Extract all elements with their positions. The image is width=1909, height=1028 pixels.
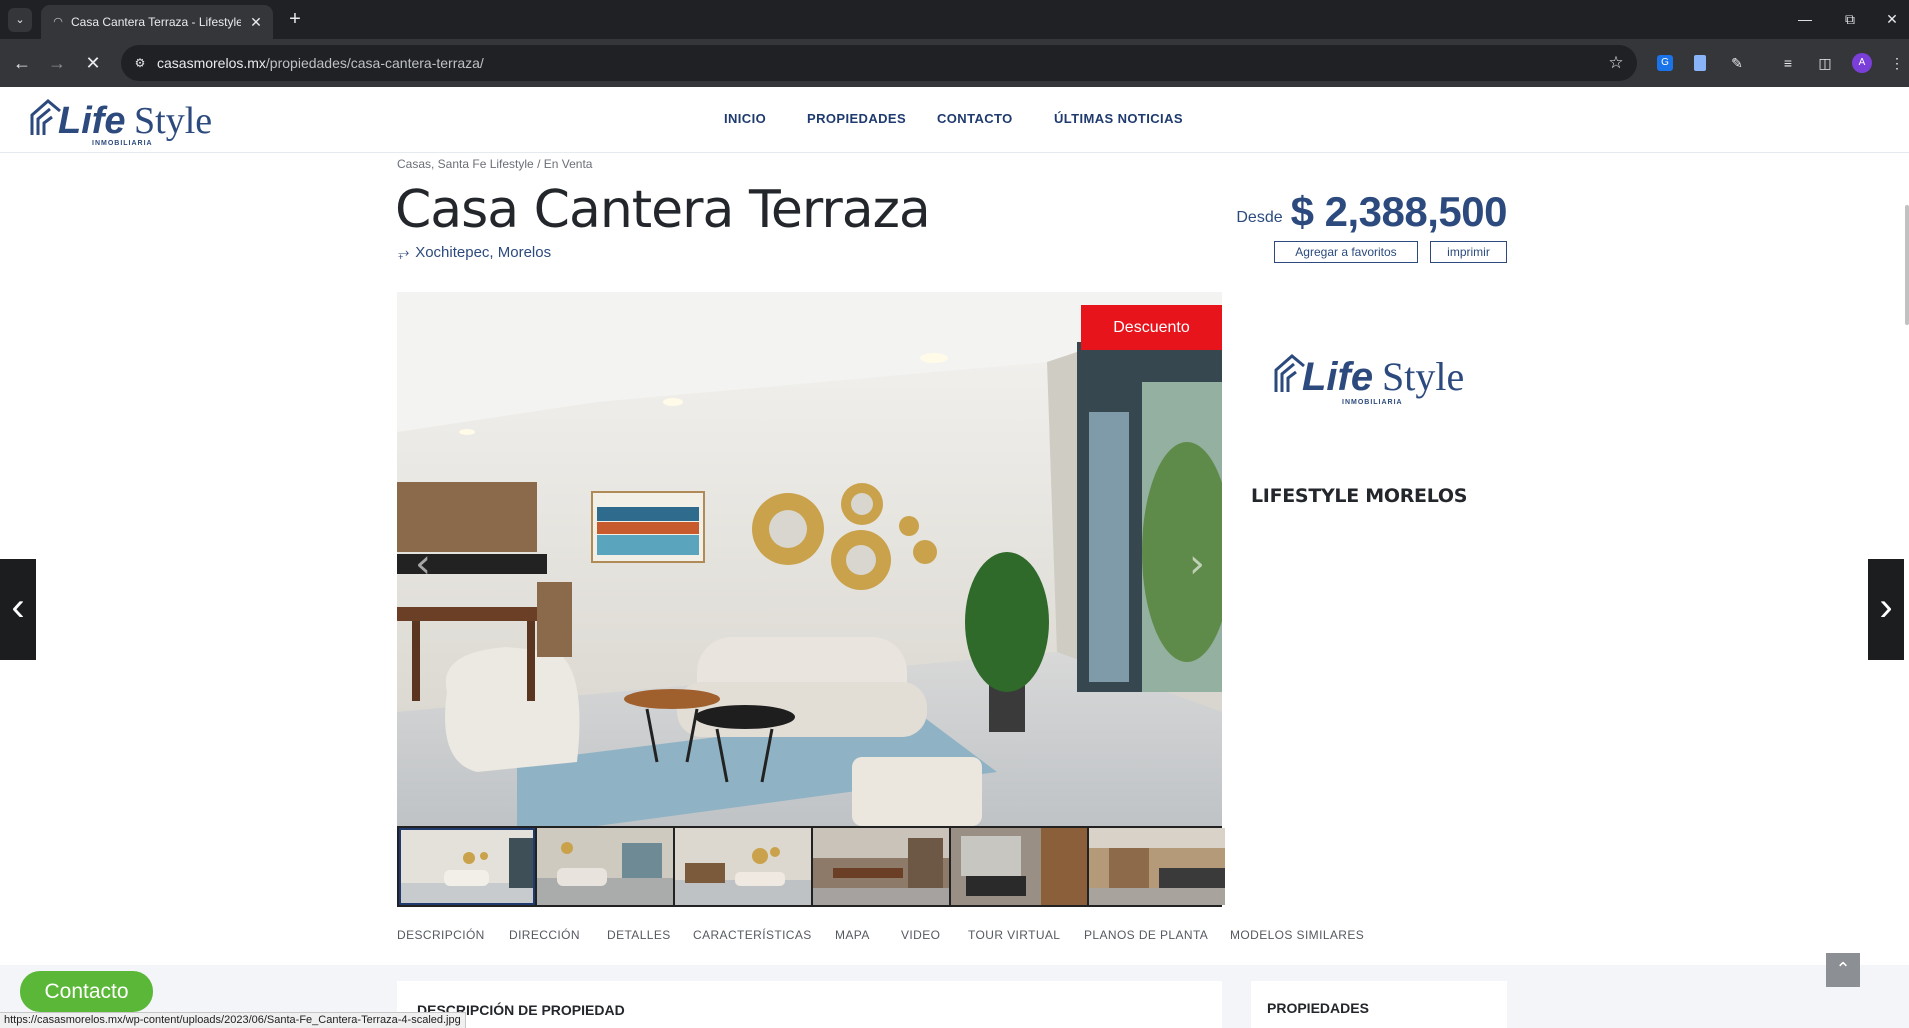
gallery-thumbnail[interactable] xyxy=(675,828,811,905)
living-room-photo: ‹ › xyxy=(397,292,1222,826)
browser-tab-active[interactable]: ◠ Casa Cantera Terraza - Lifestyle ✕ xyxy=(41,5,273,39)
gallery-thumbnail[interactable] xyxy=(537,828,673,905)
svg-text:Style: Style xyxy=(1382,354,1464,399)
svg-text:›: › xyxy=(1189,541,1205,587)
stop-loading-close-icon[interactable]: ✕ xyxy=(79,49,107,77)
add-to-favorites-button[interactable]: Agregar a favoritos xyxy=(1274,241,1418,263)
tab-detalles[interactable]: DETALLES xyxy=(607,928,671,942)
properties-widget-title: PROPIEDADES xyxy=(1267,1000,1369,1016)
tab-planos-de-planta[interactable]: PLANOS DE PLANTA xyxy=(1084,928,1208,942)
print-button[interactable]: imprimir xyxy=(1430,241,1507,263)
description-card: DESCRIPCIÓN DE PROPIEDAD xyxy=(397,981,1222,1028)
svg-text:Life: Life xyxy=(1302,355,1373,399)
media-control-icon[interactable]: ≡ xyxy=(1776,51,1800,75)
gallery-thumbnail[interactable] xyxy=(399,828,535,905)
nav-contacto[interactable]: CONTACTO xyxy=(937,111,1013,126)
tab-direccion[interactable]: DIRECCIÓN xyxy=(509,928,580,942)
location-pin-icon: ⥅ xyxy=(398,244,410,260)
tab-mapa[interactable]: MAPA xyxy=(835,928,870,942)
nav-propiedades[interactable]: PROPIEDADES xyxy=(807,111,906,126)
svg-text:INMOBILIARIA: INMOBILIARIA xyxy=(1342,399,1403,406)
minimize-icon[interactable]: — xyxy=(1787,6,1823,32)
loading-favicon-icon: ◠ xyxy=(53,16,63,28)
tab-caracteristicas[interactable]: CARACTERÍSTICAS xyxy=(693,928,812,942)
lifestyle-logo[interactable]: Life Style INMOBILIARIA xyxy=(30,95,230,149)
floating-contact-button[interactable]: Contacto xyxy=(20,971,153,1012)
back-arrow-icon[interactable]: ← xyxy=(8,49,36,77)
location-text: Xochitepec, Morelos xyxy=(415,244,552,261)
agent-lifestyle-logo: Life Style INMOBILIARIA xyxy=(1274,354,1464,406)
bookmark-star-icon[interactable]: ☆ xyxy=(1605,52,1627,74)
forward-arrow-icon[interactable]: → xyxy=(43,49,71,77)
url-text[interactable]: casasmorelos.mx/propiedades/casa-cantera… xyxy=(157,55,484,71)
svg-text:Life: Life xyxy=(58,100,126,142)
price-block: Desde $ 2,388,500 xyxy=(1236,188,1507,236)
bookmark-extension-icon[interactable] xyxy=(1694,55,1706,71)
browser-tab-bar: ⌄ ◠ Casa Cantera Terraza - Lifestyle ✕ +… xyxy=(0,0,1909,39)
svg-text:‹: ‹ xyxy=(415,541,431,587)
page-scrollbar-thumb[interactable] xyxy=(1905,205,1909,325)
agent-name[interactable]: LIFESTYLE MORELOS xyxy=(1251,485,1467,507)
scroll-to-top-chevron-up-icon[interactable]: ⌃ xyxy=(1826,953,1860,987)
restore-icon[interactable]: ⧉ xyxy=(1832,6,1868,32)
window-close-icon[interactable]: ✕ xyxy=(1874,6,1909,32)
gallery-thumbnail[interactable] xyxy=(813,828,949,905)
translate-extension-icon[interactable]: G xyxy=(1657,55,1673,71)
extensions-puzzle-icon[interactable]: ✎ xyxy=(1725,51,1749,75)
price-label: Desde xyxy=(1236,209,1283,226)
discount-badge: Descuento xyxy=(1081,305,1222,350)
tab-descripcion[interactable]: DESCRIPCIÓN xyxy=(397,928,485,942)
properties-widget: PROPIEDADES xyxy=(1251,981,1507,1028)
gallery-thumbnail[interactable] xyxy=(951,828,1087,905)
next-property-chevron-right-icon[interactable]: › xyxy=(1868,559,1904,660)
tab-title: Casa Cantera Terraza - Lifestyle xyxy=(71,15,241,29)
side-panel-icon[interactable]: ◫ xyxy=(1813,51,1837,75)
browser-toolbar: ← → ✕ ⚙ casasmorelos.mx/propiedades/casa… xyxy=(0,39,1909,87)
tab-list-chevron-down-icon[interactable]: ⌄ xyxy=(8,8,32,32)
tab-close-icon[interactable]: ✕ xyxy=(247,13,265,31)
svg-text:Style: Style xyxy=(134,100,212,142)
nav-inicio[interactable]: INICIO xyxy=(724,111,766,126)
tab-modelos-similares[interactable]: MODELOS SIMILARES xyxy=(1230,928,1364,942)
site-info-icon[interactable]: ⚙ xyxy=(131,54,149,72)
property-price: $ 2,388,500 xyxy=(1290,188,1508,235)
property-gallery-main-image[interactable]: ‹ › xyxy=(397,292,1222,826)
new-tab-plus-icon[interactable]: + xyxy=(283,8,307,32)
tab-video[interactable]: VIDEO xyxy=(901,928,940,942)
site-header: Life Style INMOBILIARIA INICIO PROPIEDAD… xyxy=(0,87,1909,153)
profile-avatar[interactable]: A xyxy=(1852,53,1872,73)
nav-ultimas-noticias[interactable]: ÚLTIMAS NOTICIAS xyxy=(1054,111,1183,126)
property-title: Casa Cantera Terraza xyxy=(395,180,931,240)
menu-kebab-icon[interactable]: ⋮ xyxy=(1885,51,1909,75)
breadcrumb[interactable]: Casas, Santa Fe Lifestyle / En Venta xyxy=(397,157,592,171)
status-bar-url: https://casasmorelos.mx/wp-content/uploa… xyxy=(0,1012,466,1028)
property-location: ⥅ Xochitepec, Morelos xyxy=(398,244,551,261)
previous-property-chevron-left-icon[interactable]: ‹ xyxy=(0,559,36,660)
address-bar[interactable]: ⚙ casasmorelos.mx/propiedades/casa-cante… xyxy=(121,45,1637,81)
gallery-thumbnail[interactable] xyxy=(1089,828,1225,905)
svg-text:INMOBILIARIA: INMOBILIARIA xyxy=(92,140,153,147)
tab-tour-virtual[interactable]: TOUR VIRTUAL xyxy=(968,928,1060,942)
gallery-thumbnails xyxy=(397,826,1225,907)
